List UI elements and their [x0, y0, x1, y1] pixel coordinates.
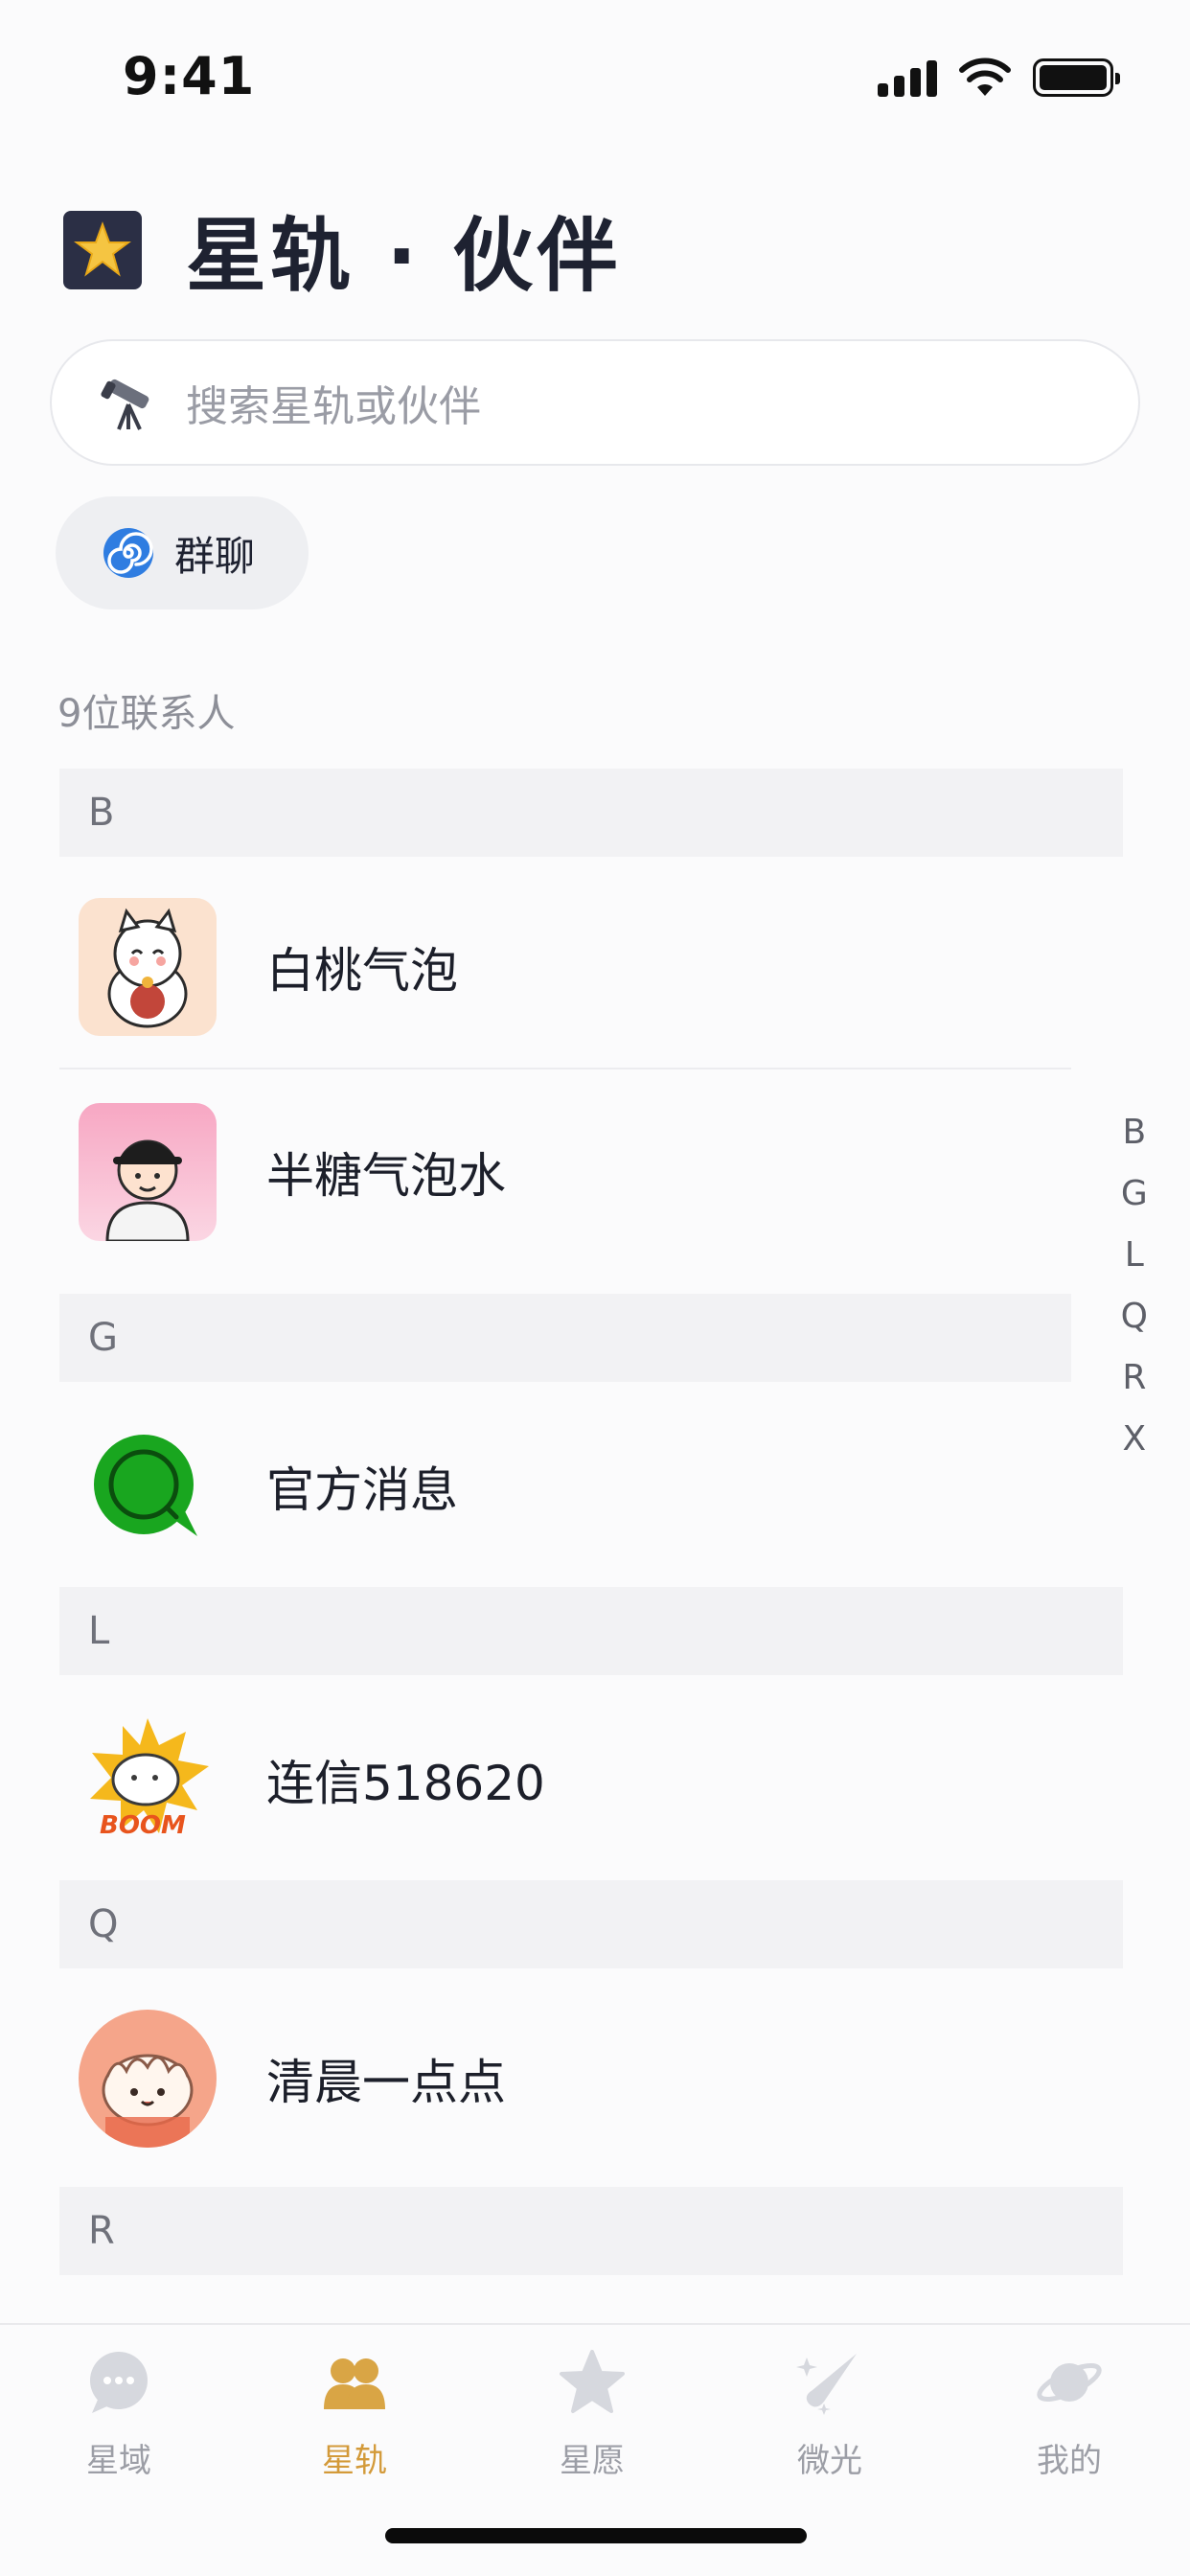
index-letter-g[interactable]: G [1121, 1163, 1148, 1225]
tab-label: 微光 [797, 2442, 862, 2480]
index-letter-b[interactable]: B [1122, 1102, 1146, 1163]
boy-cap-avatar [79, 1103, 217, 1241]
contact-row[interactable]: 半糖气泡水 [59, 1071, 1071, 1273]
section-header-q: Q [59, 1880, 1123, 1968]
signal-icon [878, 58, 937, 97]
tab-label: 星域 [86, 2442, 151, 2480]
home-indicator[interactable] [385, 2528, 807, 2543]
contact-name: 官方消息 [266, 1462, 458, 1518]
section-header-l: L [59, 1587, 1123, 1675]
status-icons [878, 58, 1120, 98]
tab-label: 星轨 [322, 2442, 387, 2480]
contact-name: 清晨一点点 [266, 2055, 506, 2110]
contact-name: 白桃气泡 [266, 943, 458, 999]
boom-cat-avatar: BOOM [79, 1711, 217, 1849]
spiral-icon [103, 528, 153, 578]
lucky-cat-avatar [79, 898, 217, 1036]
chat-icon [80, 2344, 157, 2421]
battery-icon [1033, 58, 1120, 97]
contact-row[interactable]: 白桃气泡 [59, 866, 1071, 1068]
index-letter-r[interactable]: R [1122, 1347, 1146, 1409]
page-title: 星轨 · 伙伴 [186, 209, 622, 303]
comet-icon [791, 2344, 868, 2421]
row-divider [59, 1068, 1071, 1070]
tab-me[interactable]: 我的 [973, 2344, 1165, 2481]
star-icon [63, 210, 142, 289]
people-icon [316, 2344, 393, 2421]
section-header-r: R [59, 2187, 1123, 2275]
index-letter-q[interactable]: Q [1121, 1286, 1148, 1347]
star-icon [554, 2344, 630, 2421]
tab-star-domain[interactable]: 星域 [23, 2344, 215, 2481]
wifi-icon [959, 58, 1011, 96]
tab-label: 我的 [1037, 2442, 1102, 2480]
index-letter-l[interactable]: L [1125, 1225, 1144, 1286]
group-chat-button[interactable]: 群聊 [56, 496, 309, 610]
page-header: 星轨 · 伙伴 [63, 192, 621, 308]
dumpling-avatar [79, 2010, 217, 2148]
alphabet-index[interactable]: B G L Q R X [1121, 1102, 1148, 1470]
tab-label: 星愿 [560, 2442, 625, 2480]
telescope-icon [101, 379, 149, 430]
contact-name: 连信518620 [266, 1756, 545, 1811]
chat-bubble-avatar [79, 1417, 217, 1555]
tab-star-wish[interactable]: 星愿 [496, 2344, 688, 2481]
index-letter-x[interactable]: X [1122, 1409, 1146, 1470]
section-header-g: G [59, 1294, 1071, 1382]
contact-row[interactable]: BOOM 连信518620 [59, 1679, 1071, 1880]
status-time: 9:41 [123, 46, 256, 106]
status-bar: 9:41 [0, 0, 1190, 144]
planet-icon [1031, 2344, 1108, 2421]
contact-row[interactable]: 官方消息 [59, 1386, 1071, 1587]
contact-row[interactable]: 清晨一点点 [59, 1978, 1071, 2179]
contact-count: 9位联系人 [57, 692, 236, 736]
search-placeholder: 搜索星轨或伙伴 [186, 382, 481, 431]
section-header-b: B [59, 769, 1123, 857]
search-input[interactable]: 搜索星轨或伙伴 [50, 339, 1140, 466]
tab-glimmer[interactable]: 微光 [734, 2344, 926, 2481]
group-chip-label: 群聊 [174, 532, 256, 580]
svg-text:BOOM: BOOM [100, 1811, 186, 1840]
contact-name: 半糖气泡水 [266, 1148, 506, 1204]
tab-star-orbit[interactable]: 星轨 [259, 2344, 450, 2481]
